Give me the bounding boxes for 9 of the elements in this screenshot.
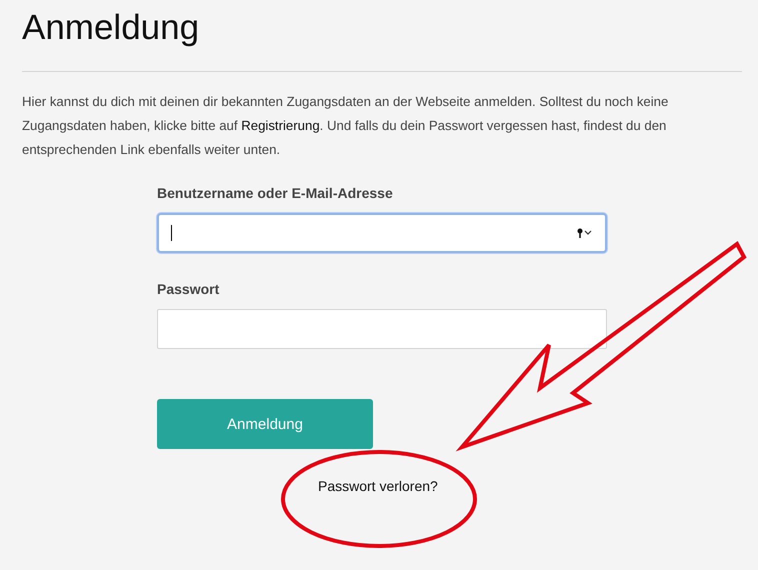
- lost-password-link[interactable]: Passwort verloren?: [318, 478, 438, 494]
- key-icon[interactable]: [577, 228, 593, 238]
- register-link[interactable]: Registrierung: [241, 118, 320, 133]
- page-title: Anmeldung: [22, 7, 200, 48]
- input-field[interactable]: [157, 309, 607, 349]
- field-label: Passwort: [157, 281, 220, 297]
- intro-paragraph: Hier kannst du dich mit deinen dir bekannten Zugangsdaten an der Webseite anmelden. Solltest du noch keine Zugangsdaten haben, klicke bitte auf Registrierung. Und falls du dein Passwort vergessen hast, findest du den entsprechenden Link ebenfalls weiter unten.: [22, 93, 670, 159]
- input-field[interactable]: [157, 213, 607, 253]
- field-label: Benutzername oder E-Mail-Adresse: [157, 185, 394, 201]
